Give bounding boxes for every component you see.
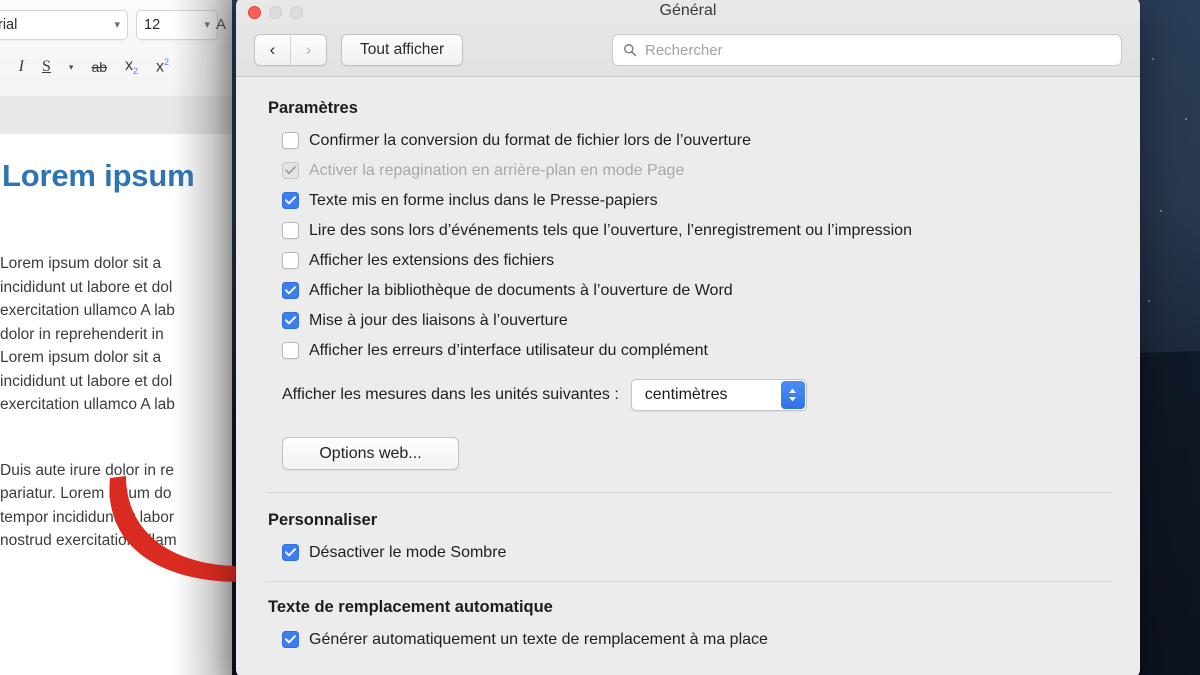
option-label: Lire des sons lors d’événements tels que… (309, 222, 912, 239)
checkbox-unchecked[interactable] (282, 252, 299, 269)
option-label: Désactiver le mode Sombre (309, 544, 507, 561)
checkbox-unchecked[interactable] (282, 342, 299, 359)
option-background-repagination: Activer la repagination en arrière-plan … (282, 160, 1112, 181)
web-options-button[interactable]: Options web... (282, 437, 459, 470)
word-ribbon: rial ▾ 12 ▾ A B I S ▾ ab x2 x2 (0, 0, 232, 97)
section-divider (266, 581, 1112, 582)
checkbox-checked[interactable] (282, 544, 299, 561)
option-confirm-conversion[interactable]: Confirmer la conversion du format de fic… (282, 130, 1112, 151)
doc-line: exercitation ullamco A lab (0, 396, 175, 413)
section-title-parametres: Paramètres (268, 99, 358, 117)
subscript-tool-icon[interactable]: x2 (125, 57, 138, 76)
option-label: Générer automatiquement un texte de remp… (309, 631, 768, 648)
measurement-units-label: Afficher les mesures dans les unités sui… (282, 386, 619, 403)
checkbox-checked[interactable] (282, 282, 299, 299)
ribbon-font-row: rial ▾ 12 ▾ A (0, 8, 232, 42)
screen: rial ▾ 12 ▾ A B I S ▾ ab x2 x2 Lore (0, 0, 1200, 675)
measurement-units-select[interactable]: centimètres (630, 379, 807, 411)
option-show-file-extensions[interactable]: Afficher les extensions des fichiers (282, 250, 1112, 271)
doc-line: Lorem ipsum dolor sit a (0, 349, 162, 366)
option-auto-generate-alt-text[interactable]: Générer automatiquement un texte de remp… (282, 629, 1112, 650)
option-label: Mise à jour des liaisons à l’ouverture (309, 312, 568, 329)
search-icon (624, 44, 637, 57)
word-page-canvas[interactable]: Lorem ipsum Lorem ipsum dolor sit a inci… (0, 134, 232, 675)
doc-line: incididunt ut labore et dol (0, 278, 173, 296)
document-paragraph-2: Duis aute irure dolor in re pariatur. Lo… (0, 459, 232, 553)
word-ruler-gutter (0, 96, 232, 135)
option-formatted-text-clipboard[interactable]: Texte mis en forme inclus dans le Presse… (282, 190, 1112, 211)
font-size-combo[interactable]: 12 ▾ (136, 10, 218, 40)
search-placeholder: Rechercher (645, 41, 723, 59)
underline-dropdown-icon[interactable]: ▾ (69, 62, 74, 72)
doc-line: dolor in reprehenderit in (0, 325, 164, 343)
option-label: Afficher la bibliothèque de documents à … (309, 282, 733, 299)
navigation-buttons: ‹ › (254, 34, 327, 66)
doc-line: exercitation ullamco A lab (0, 302, 175, 319)
strikethrough-tool-icon[interactable]: ab (91, 60, 107, 74)
checkbox-unchecked[interactable] (282, 132, 299, 149)
section-title-personnaliser: Personnaliser (268, 511, 378, 529)
preferences-dialog[interactable]: Général ‹ › Tout afficher Rechercher Par… (236, 0, 1140, 675)
option-update-links[interactable]: Mise à jour des liaisons à l’ouverture (282, 310, 1112, 331)
doc-line: Lorem ipsum dolor sit a (0, 255, 162, 272)
option-label: Afficher les erreurs d’interface utilisa… (309, 342, 708, 359)
grow-font-icon[interactable]: A (216, 16, 226, 33)
underline-tool-icon[interactable]: S (42, 59, 51, 75)
document-heading: Lorem ipsum (2, 158, 195, 193)
word-document-window[interactable]: rial ▾ 12 ▾ A B I S ▾ ab x2 x2 Lore (0, 0, 232, 675)
italic-tool-icon[interactable]: I (19, 59, 24, 75)
doc-line: pariatur. Lorem ipsum do (0, 485, 172, 502)
bold-tool-icon[interactable]: B (0, 59, 1, 75)
checkbox-checked[interactable] (282, 192, 299, 209)
option-show-addin-ui-errors[interactable]: Afficher les erreurs d’interface utilisa… (282, 340, 1112, 361)
chevron-down-icon: ▾ (114, 18, 120, 31)
measurement-units-value: centimètres (644, 386, 728, 403)
superscript-tool-icon[interactable]: x2 (156, 58, 169, 75)
doc-line: Duis aute irure dolor in re (0, 461, 175, 479)
font-name-value: rial (0, 17, 18, 33)
option-label: Activer la repagination en arrière-plan … (309, 162, 685, 179)
doc-line: nostrud exercitation ullam (0, 532, 177, 549)
show-all-button[interactable]: Tout afficher (341, 34, 464, 66)
checkbox-checked[interactable] (282, 631, 299, 648)
search-input[interactable]: Rechercher (612, 34, 1122, 66)
dialog-body: Paramètres Confirmer la conversion du fo… (236, 77, 1140, 675)
section-divider (266, 492, 1112, 493)
ribbon-format-row: B I S ▾ ab x2 x2 (0, 50, 232, 84)
option-label: Texte mis en forme inclus dans le Presse… (309, 192, 658, 209)
dialog-toolbar: ‹ › Tout afficher Rechercher (236, 30, 1140, 70)
chevron-down-icon: ▾ (204, 18, 210, 31)
option-show-document-gallery[interactable]: Afficher la bibliothèque de documents à … (282, 280, 1112, 301)
forward-button[interactable]: › (290, 35, 326, 65)
dialog-titlebar[interactable]: Général ‹ › Tout afficher Rechercher (236, 0, 1140, 77)
section-title-texte-remplacement: Texte de remplacement automatique (268, 598, 553, 616)
dialog-title: Général (659, 2, 717, 19)
checkbox-checked[interactable] (282, 312, 299, 329)
stepper-icon[interactable] (780, 381, 805, 409)
document-paragraph-1: Lorem ipsum dolor sit a incididunt ut la… (0, 252, 232, 417)
font-size-value: 12 (144, 17, 161, 33)
option-disable-dark-mode[interactable]: Désactiver le mode Sombre (282, 542, 1112, 563)
option-play-sounds[interactable]: Lire des sons lors d’événements tels que… (282, 220, 1112, 241)
doc-line: incididunt ut labore et dol (0, 372, 173, 390)
font-name-combo[interactable]: rial ▾ (0, 10, 128, 40)
checkbox-unchecked[interactable] (282, 222, 299, 239)
option-label: Confirmer la conversion du format de fic… (309, 132, 751, 149)
option-label: Afficher les extensions des fichiers (309, 252, 555, 269)
measurement-units-row: Afficher les mesures dans les unités sui… (282, 379, 1112, 411)
back-button[interactable]: ‹ (255, 35, 290, 65)
doc-line: tempor incididunt ut labor (0, 508, 175, 526)
checkbox-checked-disabled (282, 162, 299, 179)
